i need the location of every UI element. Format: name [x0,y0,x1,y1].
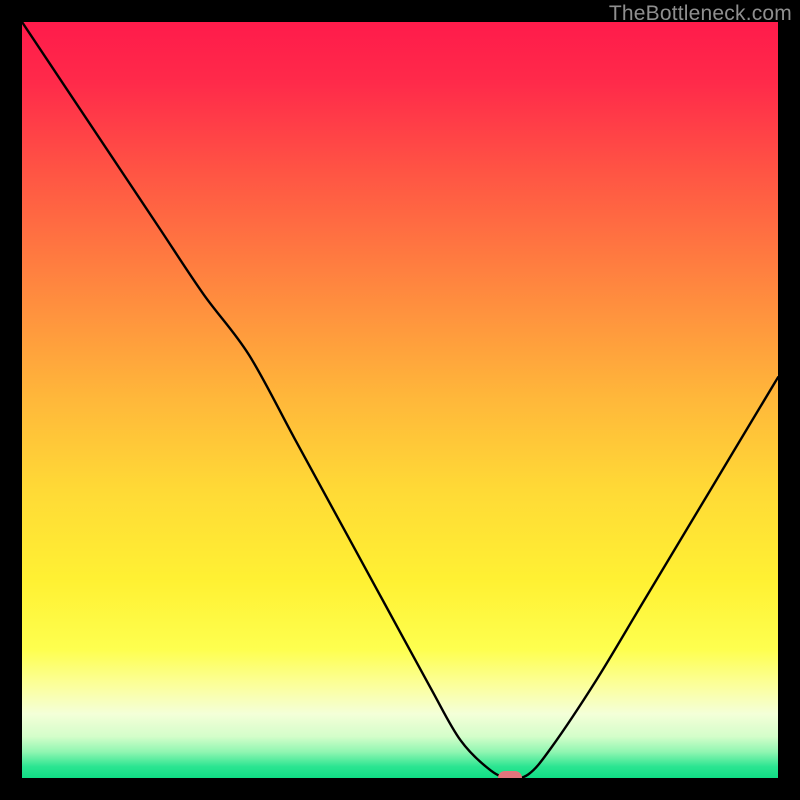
chart-frame: TheBottleneck.com [0,0,800,800]
background-gradient [22,22,778,778]
attribution-label: TheBottleneck.com [609,2,792,26]
optimal-marker [498,771,522,778]
plot-area [22,22,778,778]
